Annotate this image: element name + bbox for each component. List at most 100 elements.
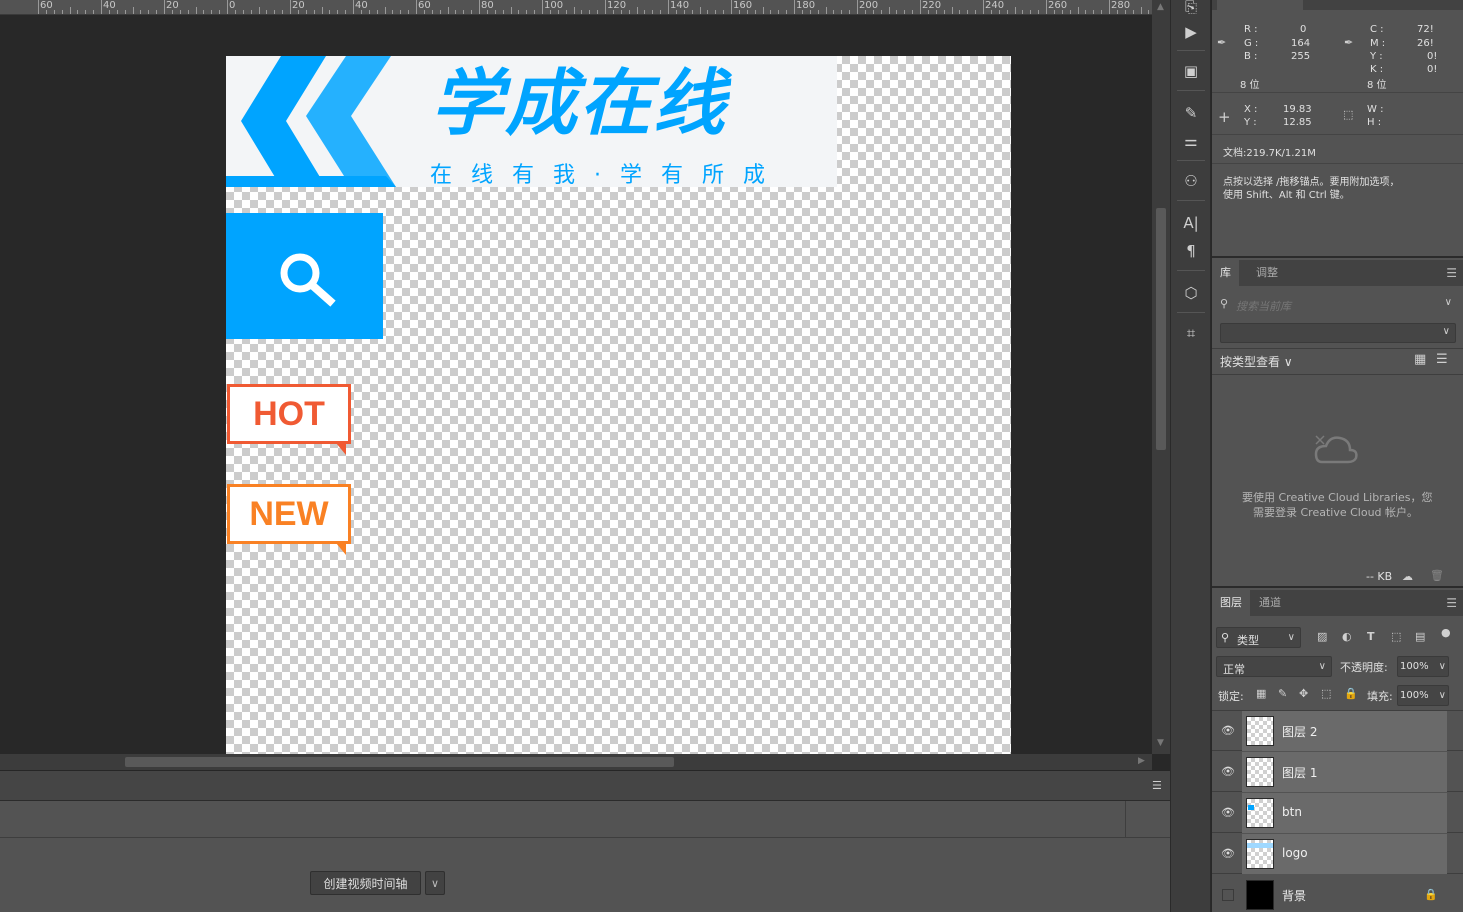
filter-type-icon[interactable]: T [1367,630,1375,643]
filter-pixel-icon[interactable]: ▨ [1317,630,1327,643]
ruler-minor-tick [1093,10,1095,14]
ruler-minor-tick [1069,10,1071,14]
ruler-minor-tick [715,10,717,14]
logo-subtitle: 在线有我·学有所成 [430,163,784,187]
layers-menu-icon[interactable]: ☰ [1446,596,1457,610]
lock-all-icon[interactable]: 🔒 [1344,687,1358,700]
ruler-label: 120 [607,0,627,11]
layer-body[interactable]: 图层 1 [1242,752,1447,792]
brush-icon[interactable]: ✎ [1179,102,1203,124]
crop-icon[interactable]: ⌗ [1179,322,1203,344]
ruler-minor-tick [1038,10,1040,14]
canvas-workspace[interactable]: 学成在线 在线有我·学有所成 HOT NEW [0,16,1152,754]
properties-icon[interactable]: ▣ [1179,60,1203,82]
layer-body[interactable]: 图层 2 [1242,711,1447,751]
filter-toggle-icon[interactable]: ● [1441,626,1451,639]
ruler-minor-tick [179,10,181,14]
ruler-minor-tick [746,10,748,14]
search-icon: ⚲ [1220,297,1229,310]
ruler-minor-tick [581,10,583,14]
create-video-timeline-button[interactable]: 创建视频时间轴 [310,871,421,895]
ruler-minor-tick [534,10,536,14]
ruler-minor-tick [565,10,567,14]
library-search-placeholder: 搜索当前库 [1236,300,1291,313]
layer-row[interactable]: 背景 🔒 [1212,875,1463,912]
opacity-input[interactable]: 100% ∨ [1397,656,1449,677]
ruler-minor-tick [904,10,906,14]
list-view-icon[interactable]: ☰ [1436,352,1448,367]
trash-icon[interactable]: 🗑 [1430,569,1444,582]
layer-body[interactable]: 背景 🔒 [1242,875,1447,912]
info-panel-tabs[interactable] [1212,0,1463,10]
fill-input[interactable]: 100% ∨ [1397,685,1449,706]
grid-view-icon[interactable]: ▦ [1414,352,1426,367]
ruler-minor-tick [872,10,874,14]
horizontal-scrollbar[interactable]: ▶ [0,754,1152,770]
lock-transparent-icon[interactable]: ▦ [1256,687,1266,700]
horizontal-scroll-thumb[interactable] [125,757,674,767]
ruler-minor-tick [636,7,638,14]
timeline-menu-icon[interactable]: ☰ [1152,779,1162,792]
hot-tag-tail [336,443,346,455]
ruler-minor-tick [738,10,740,14]
chevron-down-icon[interactable]: ∨ [425,871,445,895]
tab-libraries[interactable]: 库 [1212,260,1239,286]
libraries-menu-icon[interactable]: ☰ [1446,266,1457,280]
lock-artboard-icon[interactable]: ⬚ [1321,687,1331,700]
layer-filter-select[interactable]: ⚲ 类型 ∨ [1216,627,1301,648]
play-actions-icon[interactable]: ▶ [1179,21,1203,43]
tab-layers[interactable]: 图层 [1212,590,1250,616]
paragraph-icon[interactable]: ¶ [1179,240,1203,262]
lock-position-icon[interactable]: ✥ [1299,687,1308,700]
view-by-type[interactable]: 按类型查看 ∨ [1220,353,1293,370]
layer-row[interactable]: 👁 btn [1212,793,1463,833]
layer-row[interactable]: 👁 图层 2 [1212,711,1463,751]
scroll-down-icon[interactable]: ▼ [1157,738,1164,748]
ruler-minor-tick [258,7,260,14]
ruler-minor-tick [242,10,244,14]
document-canvas[interactable]: 学成在线 在线有我·学有所成 HOT NEW [226,56,1011,754]
filter-smart-object-icon[interactable]: ▤ [1415,630,1425,643]
tab-adjustments[interactable]: 调整 [1248,260,1286,286]
eye-icon[interactable]: 👁 [1221,724,1235,738]
ruler-minor-tick [526,10,528,14]
horizontal-ruler[interactable]: 60 40 20 0 20 40 60 80 100 120 140 160 180 200 220 240 2… [0,0,1152,15]
3d-icon[interactable]: ⬡ [1179,282,1203,304]
layers-panel: 图层 通道 ☰ ⚲ 类型 ∨ ▨ ◐ T ⬚ ▤ ● 正常 ∨ 不透明度: 10… [1212,590,1463,912]
library-select[interactable]: ∨ [1220,323,1456,343]
ruler-label: 100 [544,0,564,11]
adjustments-icon[interactable]: ⚌ [1179,130,1203,152]
scroll-up-icon[interactable]: ▲ [1157,2,1164,12]
layer-row[interactable]: 👁 logo [1212,834,1463,874]
blend-mode-select[interactable]: 正常 ∨ [1216,656,1332,677]
layer-body[interactable]: btn [1242,793,1447,833]
ruler-minor-tick [124,10,126,14]
ruler-minor-tick [321,7,323,14]
document-size: 文档:219.7K/1.21M [1223,148,1316,159]
eye-off-icon[interactable] [1222,889,1234,901]
ruler-minor-tick [502,10,504,14]
eye-icon[interactable]: 👁 [1221,806,1235,820]
layer-body[interactable]: logo [1242,834,1447,874]
clone-source-icon[interactable]: ⚇ [1179,170,1203,192]
chevron-down-icon: ∨ [1444,297,1452,308]
lock-pixels-icon[interactable]: ✎ [1278,687,1287,700]
ruler-minor-tick [345,10,347,14]
ruler-label: 240 [985,0,1005,11]
layer-row[interactable]: 👁 图层 1 [1212,752,1463,792]
library-search-field[interactable]: ⚲ 搜索当前库 ∨ [1218,293,1457,315]
history-icon[interactable]: ⎘ [1179,0,1203,18]
filter-adjustment-icon[interactable]: ◐ [1342,630,1352,643]
scroll-right-icon[interactable]: ▶ [1138,756,1145,766]
character-icon[interactable]: A| [1179,212,1203,234]
eye-icon[interactable]: 👁 [1221,847,1235,861]
tab-channels[interactable]: 通道 [1251,590,1289,616]
vertical-scroll-thumb[interactable] [1156,208,1166,450]
filter-shape-icon[interactable]: ⬚ [1391,630,1401,643]
vertical-scrollbar[interactable]: ▲ ▼ [1152,0,1170,754]
ruler-minor-tick [841,10,843,14]
w-label: W : [1367,104,1384,115]
cloud-sync-icon[interactable]: ☁ [1402,570,1413,583]
ruler-minor-tick [573,7,575,14]
eye-icon[interactable]: 👁 [1221,765,1235,779]
